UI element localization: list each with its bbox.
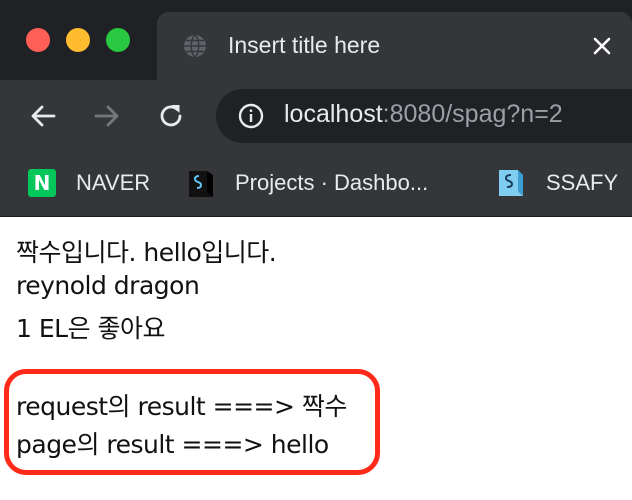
maximize-window-button[interactable] — [106, 28, 130, 52]
bookmarks-bar: N NAVER Projects · Dashbo... SSAFY — [0, 152, 632, 217]
minimize-window-button[interactable] — [66, 28, 90, 52]
output-line-request-result: request의 result ===> 짝수 — [16, 392, 347, 421]
naver-icon-letter: N — [33, 171, 51, 195]
toolbar: localhost:8080/spag?n=2 — [0, 80, 632, 152]
ssafy-icon — [499, 170, 523, 196]
bookmark-label: SSAFY — [546, 170, 619, 195]
url-host: localhost — [284, 100, 383, 128]
bookmark-ssafy[interactable]: SSAFY — [496, 166, 618, 200]
address-bar[interactable]: localhost:8080/spag?n=2 — [216, 89, 632, 143]
back-arrow-icon[interactable] — [27, 100, 59, 132]
url-path: :8080/spag?n=2 — [382, 100, 563, 128]
output-line-page-result: page의 result ===> hello — [16, 430, 329, 459]
bookmark-projects[interactable]: Projects · Dashbo... — [187, 166, 428, 200]
bookmark-label: NAVER — [76, 170, 151, 195]
bookmark-naver[interactable]: N NAVER — [28, 166, 150, 200]
output-line-even: 짝수입니다. hello입니다. — [16, 238, 277, 267]
output-line-el: 1 EL은 좋아요 — [16, 314, 166, 343]
bookmark-label: Projects · Dashbo... — [235, 170, 429, 195]
close-window-button[interactable] — [26, 28, 50, 52]
reload-icon[interactable] — [155, 100, 187, 132]
tab-strip: Insert title here — [0, 0, 632, 80]
naver-icon: N — [28, 169, 56, 197]
close-tab-icon[interactable] — [590, 34, 614, 58]
output-line-name: reynold dragon — [16, 271, 200, 300]
info-icon[interactable] — [238, 103, 264, 129]
projects-icon — [189, 171, 213, 197]
globe-icon — [184, 34, 206, 58]
tab-title: Insert title here — [228, 32, 381, 58]
forward-arrow-icon[interactable] — [91, 100, 123, 132]
page-content: 짝수입니다. hello입니다. reynold dragon 1 EL은 좋아… — [0, 217, 632, 500]
browser-window: Insert title here localhost:8080/spag?n=… — [0, 0, 632, 500]
url-text[interactable]: localhost:8080/spag?n=2 — [284, 100, 563, 129]
tab-active[interactable]: Insert title here — [157, 12, 632, 80]
